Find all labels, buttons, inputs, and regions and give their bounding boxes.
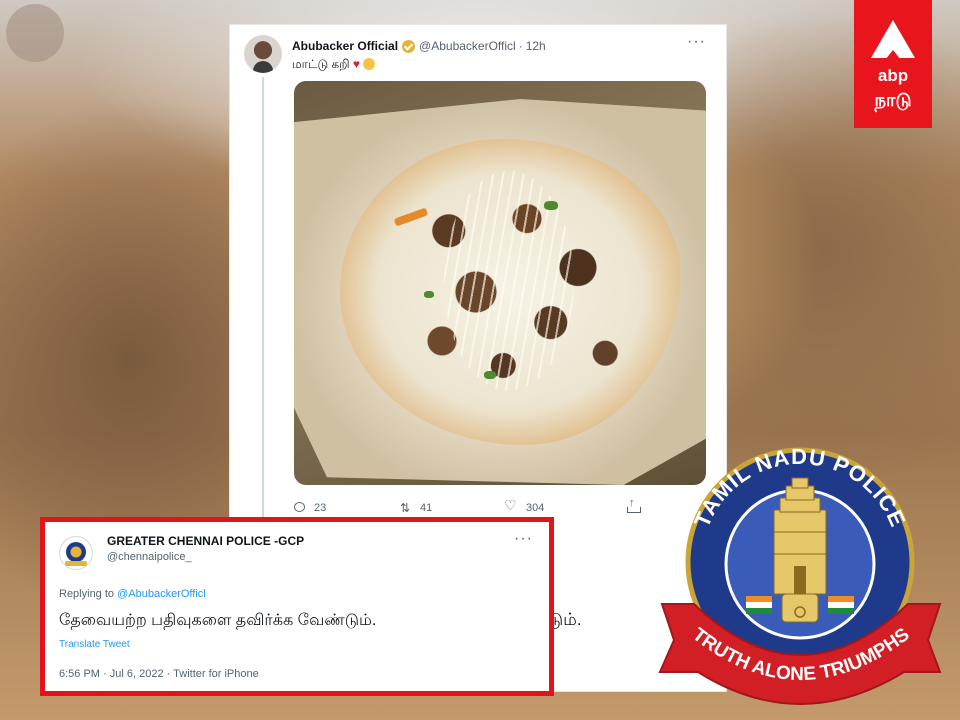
retweet-count: 41 <box>420 502 433 514</box>
replying-to-mention[interactable]: @AbubackerOfficl <box>117 588 206 600</box>
replying-to-prefix: Replying to <box>59 588 118 600</box>
tweet-photo-food[interactable] <box>294 81 706 485</box>
replying-to: Replying to @AbubackerOfficl <box>59 588 206 600</box>
reply-count: 23 <box>314 502 327 514</box>
translate-tweet-link[interactable]: Translate Tweet <box>59 639 130 650</box>
verified-badge-icon <box>402 39 416 53</box>
police-reply-card: GREATER CHENNAI POLICE -GCP @chennaipoli… <box>40 517 554 696</box>
share-icon <box>626 497 641 516</box>
green-chili <box>484 371 496 379</box>
reply-timestamp[interactable]: 6:56 PM · Jul 6, 2022 · Twitter for iPho… <box>59 668 259 680</box>
reply-text: தேவையற்ற பதிவுகளை தவிர்க்க வேண்டும். <box>59 612 377 629</box>
thread-line <box>262 77 264 547</box>
tweet-actions: 23 ⇅ 41 304 <box>292 497 712 516</box>
abp-triangle-notch <box>885 50 901 60</box>
more-icon[interactable]: ··· <box>514 531 533 547</box>
lion-capital-icon <box>781 593 819 623</box>
reply-author-name[interactable]: GREATER CHENNAI POLICE -GCP <box>107 534 304 548</box>
red-heart-emoji-icon: ♥ <box>352 57 360 71</box>
author-avatar[interactable] <box>244 35 282 73</box>
more-icon[interactable]: ··· <box>687 34 706 50</box>
tamil-nadu-police-emblem: TAMIL NADU POLICE TRUTH ALONE TRIUMPHS <box>658 444 942 705</box>
share-button[interactable] <box>626 497 648 516</box>
smiling-face-emoji-icon <box>363 58 376 70</box>
abp-nadu-logo: abp நாடு <box>854 0 932 128</box>
green-chili <box>424 291 434 298</box>
author-handle[interactable]: @AbubackerOfficl <box>419 39 516 53</box>
indian-flag-icon-right <box>828 596 854 614</box>
heart-icon <box>504 497 518 515</box>
green-chili <box>544 201 558 210</box>
like-count: 304 <box>526 502 545 514</box>
abp-brand-text: abp <box>877 66 909 85</box>
author-name[interactable]: Abubacker Official <box>292 39 398 53</box>
reply-author-handle[interactable]: @chennaipolice_ <box>107 551 192 563</box>
retweet-button[interactable]: ⇅ 41 <box>398 501 504 515</box>
separator-dot: · <box>518 39 523 53</box>
indian-flag-icon-left <box>746 596 772 614</box>
blurred-avatar <box>6 4 64 62</box>
tweet-text: மாட்டு கறி ♥ <box>292 57 376 73</box>
reply-button[interactable]: 23 <box>292 501 398 515</box>
tweet-time[interactable]: 12h <box>526 39 546 53</box>
retweet-icon: ⇅ <box>399 501 411 515</box>
like-button[interactable]: 304 <box>504 497 626 515</box>
tweet-header: Abubacker Official @AbubackerOfficl · 12… <box>292 37 712 55</box>
tweet-text-content: மாட்டு கறி <box>292 57 350 71</box>
reply-icon <box>292 501 306 515</box>
abp-sub-text: நாடு <box>874 90 912 110</box>
police-avatar[interactable] <box>59 536 93 570</box>
